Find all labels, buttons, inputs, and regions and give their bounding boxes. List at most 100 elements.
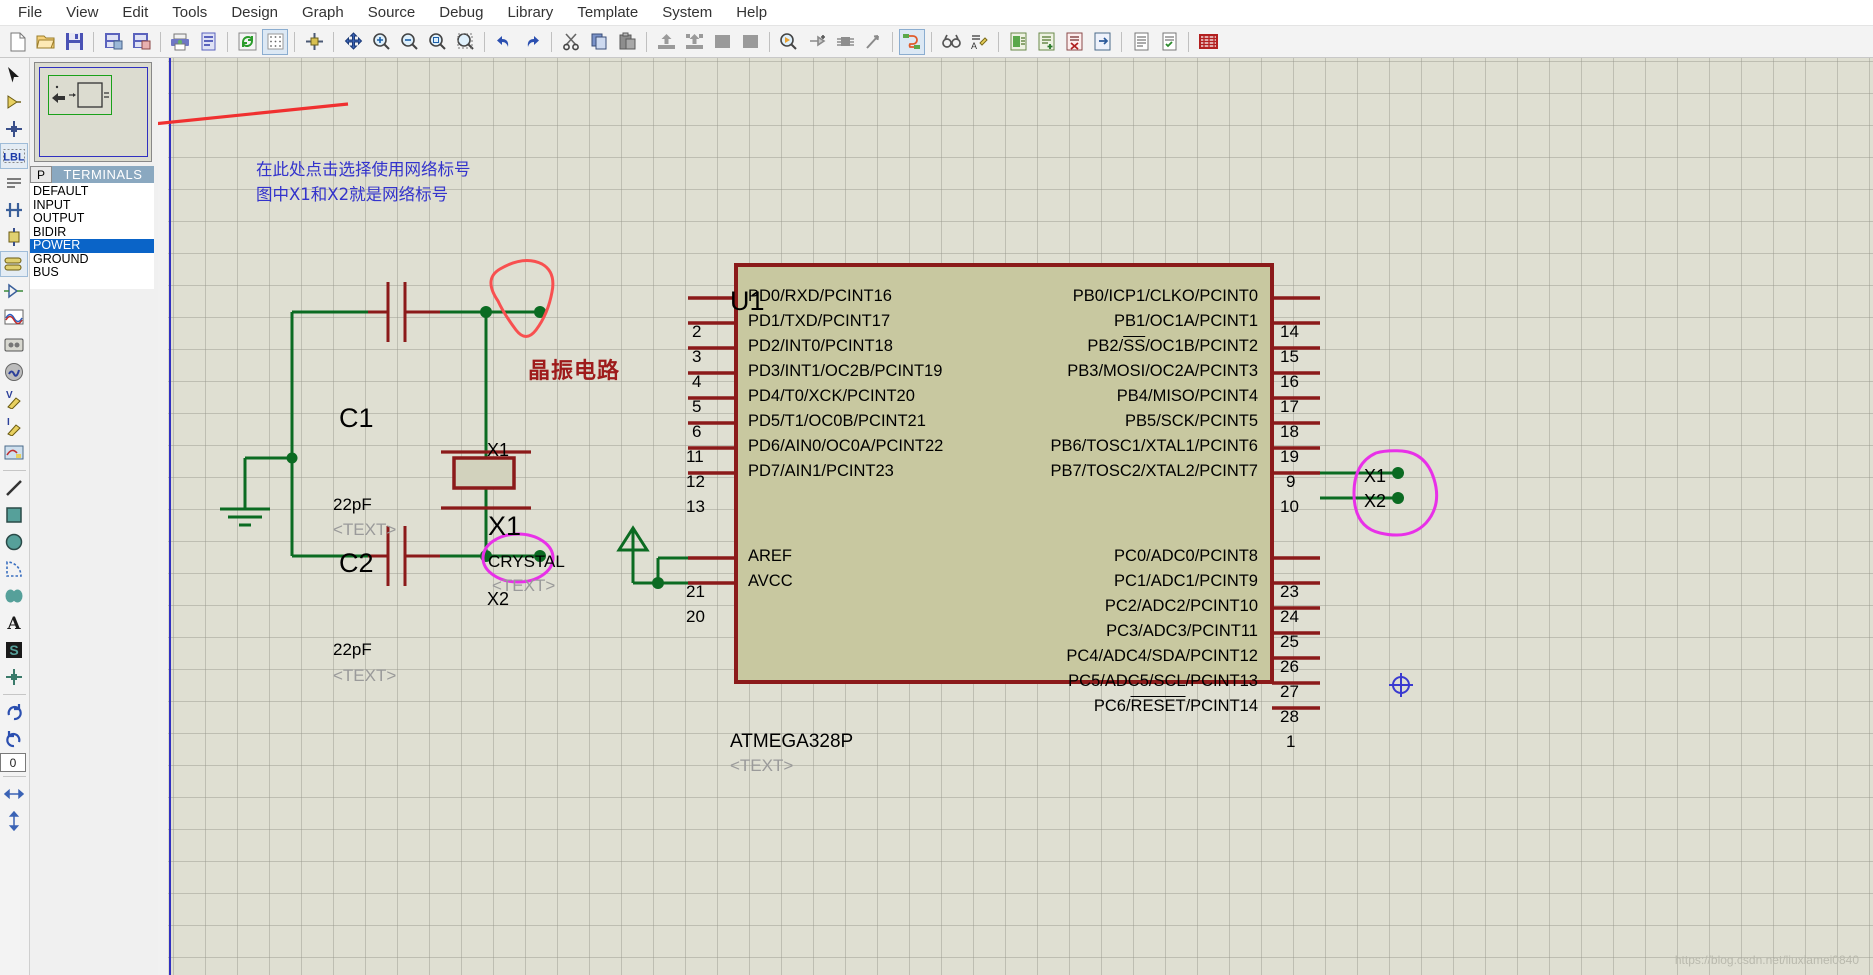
schematic-canvas[interactable]: 在此处点击选择使用网络标号 图中X1和X2就是网络标号 晶振电路 C1 22pF…	[158, 58, 1873, 975]
crystal-ref-x1[interactable]: X1	[488, 511, 521, 542]
selection-mode-icon[interactable]	[0, 62, 28, 88]
menu-source[interactable]: Source	[356, 2, 428, 23]
netlist-ares-icon[interactable]	[1195, 29, 1221, 55]
copy-icon[interactable]	[586, 29, 612, 55]
new-file-icon[interactable]	[5, 29, 31, 55]
terminals-mode-icon[interactable]	[0, 251, 28, 277]
zoom-out-icon[interactable]	[396, 29, 422, 55]
generator-mode-icon[interactable]	[0, 359, 28, 385]
terminal-item-ground[interactable]: GROUND	[30, 252, 154, 267]
undo-icon[interactable]	[491, 29, 517, 55]
menu-graph[interactable]: Graph	[290, 2, 356, 23]
device-pin-mode-icon[interactable]	[0, 278, 28, 304]
menu-view[interactable]: View	[54, 2, 110, 23]
circle-tool-icon[interactable]	[0, 529, 28, 555]
property-assign-icon[interactable]: A	[966, 29, 992, 55]
graph-mode-icon[interactable]	[0, 305, 28, 331]
print-area-icon[interactable]	[195, 29, 221, 55]
annotation-line-2: 图中X1和X2就是网络标号	[256, 185, 449, 204]
origin-icon[interactable]	[301, 29, 327, 55]
mirror-vertical-icon[interactable]	[0, 808, 28, 834]
remove-sheet-icon[interactable]	[1061, 29, 1087, 55]
pick-device-icon[interactable]	[776, 29, 802, 55]
terminal-item-input[interactable]: INPUT	[30, 198, 154, 213]
subcircuit-mode-icon[interactable]	[0, 224, 28, 250]
menu-debug[interactable]: Debug	[427, 2, 495, 23]
voltage-probe-mode-icon[interactable]: V	[0, 386, 28, 412]
refresh-icon[interactable]	[234, 29, 260, 55]
erc-report-icon[interactable]	[1156, 29, 1182, 55]
rotation-angle-field[interactable]: 0	[0, 753, 26, 772]
menu-bar: File View Edit Tools Design Graph Source…	[0, 0, 1873, 26]
toolbar-separator	[160, 31, 161, 52]
ic-text-field[interactable]: <TEXT>	[730, 756, 793, 776]
design-explorer-icon[interactable]	[1005, 29, 1031, 55]
menu-tools[interactable]: Tools	[160, 2, 219, 23]
mirror-horizontal-icon[interactable]	[0, 781, 28, 807]
save-file-icon[interactable]	[61, 29, 87, 55]
zoom-area-icon[interactable]	[452, 29, 478, 55]
terminals-p-button[interactable]: P	[30, 166, 52, 183]
path-tool-icon[interactable]	[0, 583, 28, 609]
rotate-anticlockwise-icon[interactable]	[0, 726, 28, 752]
menu-design[interactable]: Design	[219, 2, 290, 23]
line-tool-icon[interactable]	[0, 475, 28, 501]
menu-help[interactable]: Help	[724, 2, 779, 23]
cut-icon[interactable]	[558, 29, 584, 55]
bus-mode-icon[interactable]	[0, 197, 28, 223]
capacitor-value-c1[interactable]: 22pF	[333, 495, 372, 515]
net-label-x2-right[interactable]: X2	[1364, 491, 1386, 512]
block-rotate-icon[interactable]	[709, 29, 735, 55]
print-icon[interactable]	[167, 29, 193, 55]
terminals-list[interactable]: DEFAULT INPUT OUTPUT BIDIR POWER GROUND …	[30, 183, 154, 289]
block-copy-icon[interactable]	[653, 29, 679, 55]
terminal-item-bidir[interactable]: BIDIR	[30, 225, 154, 240]
export-section-icon[interactable]	[128, 29, 154, 55]
rotate-clockwise-icon[interactable]	[0, 699, 28, 725]
paste-icon[interactable]	[614, 29, 640, 55]
search-tag-icon[interactable]	[938, 29, 964, 55]
menu-template[interactable]: Template	[565, 2, 650, 23]
make-device-icon[interactable]	[804, 29, 830, 55]
menu-file[interactable]: File	[6, 2, 54, 23]
ic-part-name[interactable]: ATMEGA328P	[730, 731, 853, 753]
wire-label-mode-icon[interactable]: LBL	[0, 143, 28, 169]
zoom-all-icon[interactable]	[424, 29, 450, 55]
wire-autorouter-icon[interactable]	[899, 28, 925, 55]
tape-recorder-mode-icon[interactable]	[0, 332, 28, 358]
terminal-item-output[interactable]: OUTPUT	[30, 211, 154, 226]
current-probe-mode-icon[interactable]: I	[0, 413, 28, 439]
symbol-tool-icon[interactable]: S	[0, 637, 28, 663]
packaging-tool-icon[interactable]	[832, 29, 858, 55]
toggle-grid-icon[interactable]	[262, 28, 288, 55]
new-sheet-icon[interactable]	[1033, 29, 1059, 55]
pan-icon[interactable]	[340, 29, 366, 55]
text-tool-icon[interactable]: A	[0, 610, 28, 636]
virtual-instrument-mode-icon[interactable]	[0, 440, 28, 466]
import-section-icon[interactable]	[100, 29, 126, 55]
junction-dot-mode-icon[interactable]	[0, 116, 28, 142]
open-file-icon[interactable]	[33, 29, 59, 55]
menu-edit[interactable]: Edit	[110, 2, 160, 23]
zoom-in-icon[interactable]	[368, 29, 394, 55]
block-delete-icon[interactable]	[737, 29, 763, 55]
exit-sheet-icon[interactable]	[1089, 29, 1115, 55]
terminal-item-bus[interactable]: BUS	[30, 265, 154, 280]
box-tool-icon[interactable]	[0, 502, 28, 528]
marker-tool-icon[interactable]	[0, 664, 28, 690]
terminal-item-default[interactable]: DEFAULT	[30, 184, 154, 199]
block-move-icon[interactable]	[681, 29, 707, 55]
redo-icon[interactable]	[519, 29, 545, 55]
arc-tool-icon[interactable]	[0, 556, 28, 582]
menu-system[interactable]: System	[650, 2, 724, 23]
bill-of-materials-icon[interactable]	[1128, 29, 1154, 55]
capacitor-text-c1[interactable]: <TEXT>	[333, 520, 396, 540]
terminal-item-power[interactable]: POWER	[30, 238, 154, 253]
decompose-icon[interactable]	[860, 29, 886, 55]
text-script-mode-icon[interactable]	[0, 170, 28, 196]
pin-number-26: 26	[1280, 657, 1299, 676]
net-label-x1-right[interactable]: X1	[1364, 466, 1386, 487]
menu-library[interactable]: Library	[495, 2, 565, 23]
component-mode-icon[interactable]	[0, 89, 28, 115]
toolbar-separator	[1121, 31, 1122, 52]
